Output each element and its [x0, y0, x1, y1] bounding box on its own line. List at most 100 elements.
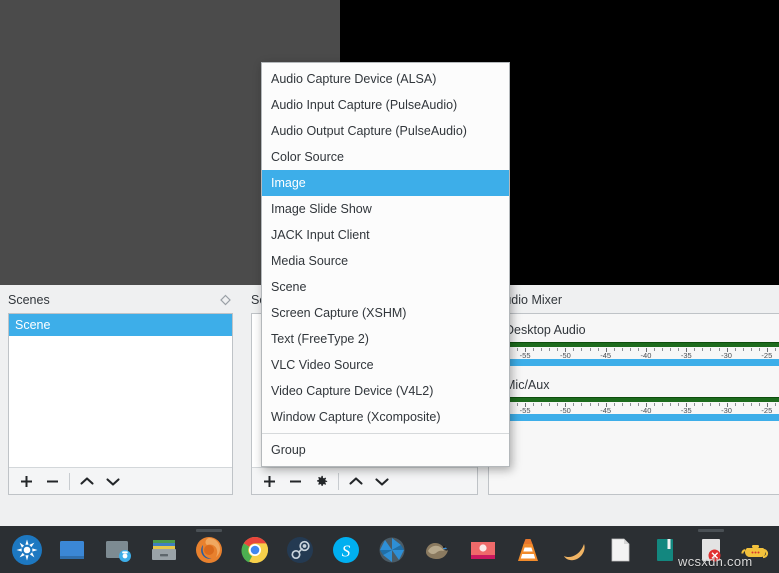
- move-scene-up-button[interactable]: [74, 470, 100, 493]
- steam-icon[interactable]: [278, 526, 324, 573]
- volume-slider-track[interactable]: [503, 414, 779, 421]
- sources-toolbar: [252, 467, 477, 494]
- float-diamond-icon[interactable]: [220, 294, 231, 306]
- menu-item-label: Audio Input Capture (PulseAudio): [271, 98, 458, 112]
- volume-slider-track[interactable]: [503, 359, 779, 366]
- menu-item-label: Image Slide Show: [271, 202, 372, 216]
- menu-item-label: Window Capture (Xcomposite): [271, 410, 441, 424]
- menu-item-image[interactable]: Image: [262, 170, 509, 196]
- chrome-icon[interactable]: [232, 526, 278, 573]
- menu-item-audio-output-capture-pulseaudio[interactable]: Audio Output Capture (PulseAudio): [262, 118, 509, 144]
- scale-tick-minor: [734, 403, 736, 406]
- scale-tick-minor: [678, 348, 680, 351]
- audio-mixer-dock: Audio Mixer Desktop Audio -55 -50 -45 -40 -3…: [488, 287, 779, 503]
- menu-item-media-source[interactable]: Media Source: [262, 248, 509, 274]
- mixer-channel: Mic/Aux -55 -50 -45 -40 -35 -30 -25: [489, 375, 779, 430]
- scale-tick-minor: [637, 348, 639, 351]
- scale-tick-minor: [549, 403, 551, 406]
- menu-item-label: Scene: [271, 280, 307, 294]
- menu-item-label: VLC Video Source: [271, 358, 374, 372]
- menu-item-screen-capture-xshm[interactable]: Screen Capture (XSHM): [262, 300, 509, 326]
- add-source-context-menu[interactable]: Audio Capture Device (ALSA) Audio Input …: [261, 62, 510, 467]
- scale-tick-minor: [774, 348, 776, 351]
- menu-item-audio-capture-device-alsa[interactable]: Audio Capture Device (ALSA): [262, 66, 509, 92]
- scale-tick-minor: [613, 403, 615, 406]
- scenes-toolbar: [9, 467, 232, 494]
- scale-tick-minor: [678, 403, 680, 406]
- scale-tick-minor: [670, 348, 672, 351]
- skype-icon[interactable]: S: [323, 526, 369, 573]
- scale-tick-minor: [533, 348, 535, 351]
- vlc-icon[interactable]: [506, 526, 552, 573]
- scenes-dock-title-label: Scenes: [8, 293, 50, 307]
- scale-tick-minor: [742, 348, 744, 351]
- file-manager-icon[interactable]: [50, 526, 96, 573]
- menu-separator: [262, 433, 509, 434]
- scenes-list[interactable]: Scene: [9, 314, 232, 467]
- scale-tick-minor: [662, 348, 664, 351]
- firefox-icon[interactable]: [186, 526, 232, 573]
- add-scene-button[interactable]: [13, 470, 39, 493]
- shutter-icon[interactable]: [369, 526, 415, 573]
- scale-tick-minor: [629, 403, 631, 406]
- scale-tick-minor: [718, 403, 720, 406]
- scenes-dock-body: Scene: [8, 313, 233, 495]
- toolbar-divider: [338, 472, 339, 490]
- scale-tick-minor: [557, 403, 559, 406]
- scale-tick-minor: [670, 403, 672, 406]
- scale-tick-minor: [557, 348, 559, 351]
- scale-tick-minor: [654, 348, 656, 351]
- menu-item-video-capture-device-v4l2[interactable]: Video Capture Device (V4L2): [262, 378, 509, 404]
- move-source-up-button[interactable]: [343, 470, 369, 493]
- archive-manager-icon[interactable]: [141, 526, 187, 573]
- scale-tick-minor: [694, 403, 696, 406]
- menu-item-audio-input-capture-pulseaudio[interactable]: Audio Input Capture (PulseAudio): [262, 92, 509, 118]
- scale-tick-minor: [774, 403, 776, 406]
- list-item[interactable]: Scene: [9, 314, 232, 336]
- volume-meter: -55 -50 -45 -40 -35 -30 -25: [489, 342, 779, 360]
- scale-tick-minor: [694, 348, 696, 351]
- menu-item-label: JACK Input Client: [271, 228, 370, 242]
- menu-item-jack-input-client[interactable]: JACK Input Client: [262, 222, 509, 248]
- scale-tick-minor: [742, 403, 744, 406]
- scale-tick-minor: [581, 403, 583, 406]
- menu-item-color-source[interactable]: Color Source: [262, 144, 509, 170]
- remove-source-button[interactable]: [282, 470, 308, 493]
- scene-item-label: Scene: [15, 318, 51, 332]
- add-source-button[interactable]: [256, 470, 282, 493]
- thunderbird-icon[interactable]: [414, 526, 460, 573]
- menu-item-vlc-video-source[interactable]: VLC Video Source: [262, 352, 509, 378]
- volume-slider[interactable]: [489, 356, 779, 369]
- scale-tick-minor: [750, 348, 752, 351]
- scale-tick-minor: [710, 403, 712, 406]
- screenshot-tool-icon[interactable]: [95, 526, 141, 573]
- scale-tick-minor: [654, 403, 656, 406]
- kubuntu-menu-icon[interactable]: [4, 526, 50, 573]
- mango-icon[interactable]: [551, 526, 597, 573]
- remove-scene-button[interactable]: [39, 470, 65, 493]
- scale-tick-minor: [581, 348, 583, 351]
- scale-tick-minor: [702, 348, 704, 351]
- scale-tick-minor: [589, 348, 591, 351]
- scale-tick-minor: [621, 403, 623, 406]
- source-properties-gear-icon[interactable]: [308, 470, 334, 493]
- scenes-dock: Scenes Scene: [0, 287, 241, 503]
- scale-tick-minor: [517, 348, 519, 351]
- menu-item-image-slide-show[interactable]: Image Slide Show: [262, 196, 509, 222]
- menu-item-scene[interactable]: Scene: [262, 274, 509, 300]
- move-source-down-button[interactable]: [369, 470, 395, 493]
- text-editor-icon[interactable]: [597, 526, 643, 573]
- menu-item-text-freetype-2[interactable]: Text (FreeType 2): [262, 326, 509, 352]
- image-viewer-icon[interactable]: [460, 526, 506, 573]
- move-scene-down-button[interactable]: [100, 470, 126, 493]
- scale-tick-minor: [589, 403, 591, 406]
- volume-slider[interactable]: [489, 411, 779, 424]
- menu-item-label: Image: [271, 176, 306, 190]
- menu-item-window-capture-xcomposite[interactable]: Window Capture (Xcomposite): [262, 404, 509, 430]
- scale-tick-minor: [629, 348, 631, 351]
- scale-tick-minor: [597, 403, 599, 406]
- menu-item-group[interactable]: Group: [262, 437, 509, 463]
- menu-item-label: Text (FreeType 2): [271, 332, 369, 346]
- scale-tick-minor: [517, 403, 519, 406]
- menu-item-label: Screen Capture (XSHM): [271, 306, 407, 320]
